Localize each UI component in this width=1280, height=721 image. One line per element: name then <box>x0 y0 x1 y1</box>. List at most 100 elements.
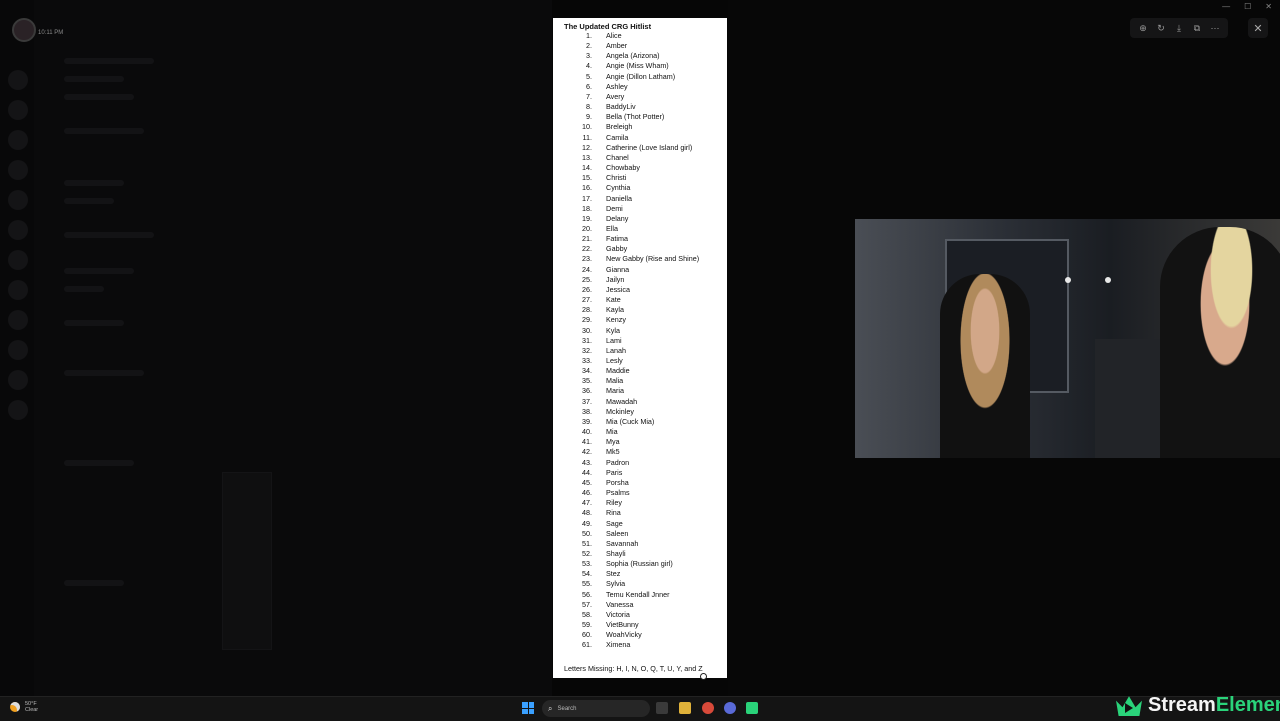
weather-desc: Clear <box>25 707 39 713</box>
list-item-name: Maria <box>606 386 624 396</box>
list-item: 56. Temu Kendall Jnner <box>553 590 727 600</box>
webcam-feed <box>855 219 1280 458</box>
list-item-name: Chanel <box>606 152 629 162</box>
list-item-number: 6. <box>586 81 592 91</box>
list-item-name: Mawadah <box>606 396 638 406</box>
list-item: 25. Jailyn <box>553 275 727 285</box>
list-item-name: New Gabby (Rise and Shine) <box>606 254 700 264</box>
list-item-number: 14. <box>582 163 592 173</box>
list-item: 9. Bella (Thot Potter) <box>553 112 727 122</box>
server-icon <box>8 160 28 180</box>
list-item-name: Gianna <box>606 264 630 274</box>
list-item-name: Avery <box>606 91 625 101</box>
person <box>1160 227 1280 458</box>
channel-row <box>64 198 114 204</box>
list-item: 51. Savannah <box>553 539 727 549</box>
list-item-name: Ximena <box>606 640 631 650</box>
file-explorer-icon[interactable] <box>656 702 668 714</box>
list-item: 2. Amber <box>553 41 727 51</box>
windows-start-icon[interactable] <box>522 702 534 714</box>
list-item-name: Lami <box>606 335 622 345</box>
list-item-number: 33. <box>582 356 592 365</box>
list-item-name: Angela (Arizona) <box>606 51 660 61</box>
list-item-number: 57. <box>582 599 592 609</box>
taskbar-search[interactable]: ⌕ Search <box>542 700 650 717</box>
channel-row <box>64 76 124 82</box>
list-item: 42. Mk5 <box>553 447 727 457</box>
open-external-icon[interactable]: ⧉ <box>1190 21 1204 35</box>
rotate-icon[interactable]: ↻ <box>1154 21 1168 35</box>
document-title: The Updated CRG Hitlist <box>564 22 652 31</box>
list-item: 26. Jessica <box>553 285 727 295</box>
list-item: 14. Chowbaby <box>553 163 727 173</box>
close-window-icon[interactable]: ✕ <box>1265 2 1272 11</box>
list-item-number: 48. <box>582 508 592 518</box>
list-item: 30. Kyla <box>553 326 727 336</box>
list-item-number: 38. <box>582 406 592 416</box>
more-icon[interactable]: ⋯ <box>1208 21 1222 35</box>
server-icon <box>8 220 28 240</box>
person <box>940 274 1030 458</box>
maximize-icon[interactable]: ☐ <box>1244 2 1251 11</box>
list-item-name: Kate <box>606 295 621 305</box>
list-item-number: 23. <box>582 254 592 264</box>
list-item-number: 9. <box>586 112 592 122</box>
list-item-number: 5. <box>586 71 592 81</box>
list-item-name: Porsha <box>606 477 629 487</box>
document-footer: Letters Missing: H, I, N, O, Q, T, U, Y,… <box>564 664 703 673</box>
list-item-number: 11. <box>582 132 592 142</box>
chrome-icon[interactable] <box>702 702 714 714</box>
list-item: 17. Daniella <box>553 194 727 204</box>
list-item-number: 12. <box>582 142 592 152</box>
avatar[interactable] <box>12 18 36 42</box>
list-item: 55. Sylvia <box>553 579 727 589</box>
channel-list <box>34 40 184 680</box>
list-item: 61. Ximena <box>553 640 727 650</box>
list-item-number: 20. <box>582 223 592 233</box>
ceiling-light <box>1065 277 1071 283</box>
list-item-name: Angie (Dillon Latham) <box>606 71 676 81</box>
list-item-number: 16. <box>582 183 592 193</box>
list-item-name: Catherine (Love Island girl) <box>606 142 693 152</box>
list-item-number: 61. <box>582 640 592 650</box>
list-item: 13. Chanel <box>553 153 727 163</box>
server-icon <box>8 70 28 90</box>
list-item-name: Delany <box>606 213 629 223</box>
channel-row <box>64 286 104 292</box>
list-item-number: 25. <box>582 274 592 284</box>
list-item-name: Mckinley <box>606 406 634 416</box>
minimize-icon[interactable]: — <box>1222 2 1230 11</box>
folder-icon[interactable] <box>679 702 691 714</box>
download-icon[interactable]: ⤓ <box>1172 21 1186 35</box>
list-item: 22. Gabby <box>553 244 727 254</box>
list-item: 33. Lesly <box>553 356 727 366</box>
viewer-toolbar: ⊕ ↻ ⤓ ⧉ ⋯ <box>1130 18 1228 38</box>
list-item-number: 15. <box>582 173 592 183</box>
list-item-name: Mk5 <box>606 447 620 457</box>
list-item-name: Paris <box>606 467 623 477</box>
list-item-number: 59. <box>582 620 592 630</box>
list-item: 18. Demi <box>553 204 727 214</box>
list-item-number: 60. <box>582 630 592 640</box>
list-item: 8. BaddyLiv <box>553 102 727 112</box>
server-icon <box>8 130 28 150</box>
list-item: 19. Delany <box>553 214 727 224</box>
list-item-number: 26. <box>582 284 592 294</box>
list-item: 58. Victoria <box>553 610 727 620</box>
list-item: 10. Breleigh <box>553 122 727 132</box>
list-item-name: Stez <box>606 569 621 579</box>
weather-widget[interactable]: 50°F Clear <box>10 701 38 713</box>
list-item-number: 3. <box>586 51 592 61</box>
list-item-number: 58. <box>582 609 592 619</box>
list-item: 49. Sage <box>553 519 727 529</box>
app-icon[interactable] <box>746 702 758 714</box>
list-item-number: 34. <box>582 366 592 376</box>
list-item-number: 51. <box>582 538 592 548</box>
list-item-number: 1. <box>586 31 592 40</box>
channel-row <box>64 180 124 186</box>
zoom-in-icon[interactable]: ⊕ <box>1136 21 1150 35</box>
list-item-number: 4. <box>586 61 592 71</box>
close-viewer-button[interactable]: ✕ <box>1248 18 1268 38</box>
channel-row <box>64 268 134 274</box>
chrome-alt-icon[interactable] <box>724 702 736 714</box>
